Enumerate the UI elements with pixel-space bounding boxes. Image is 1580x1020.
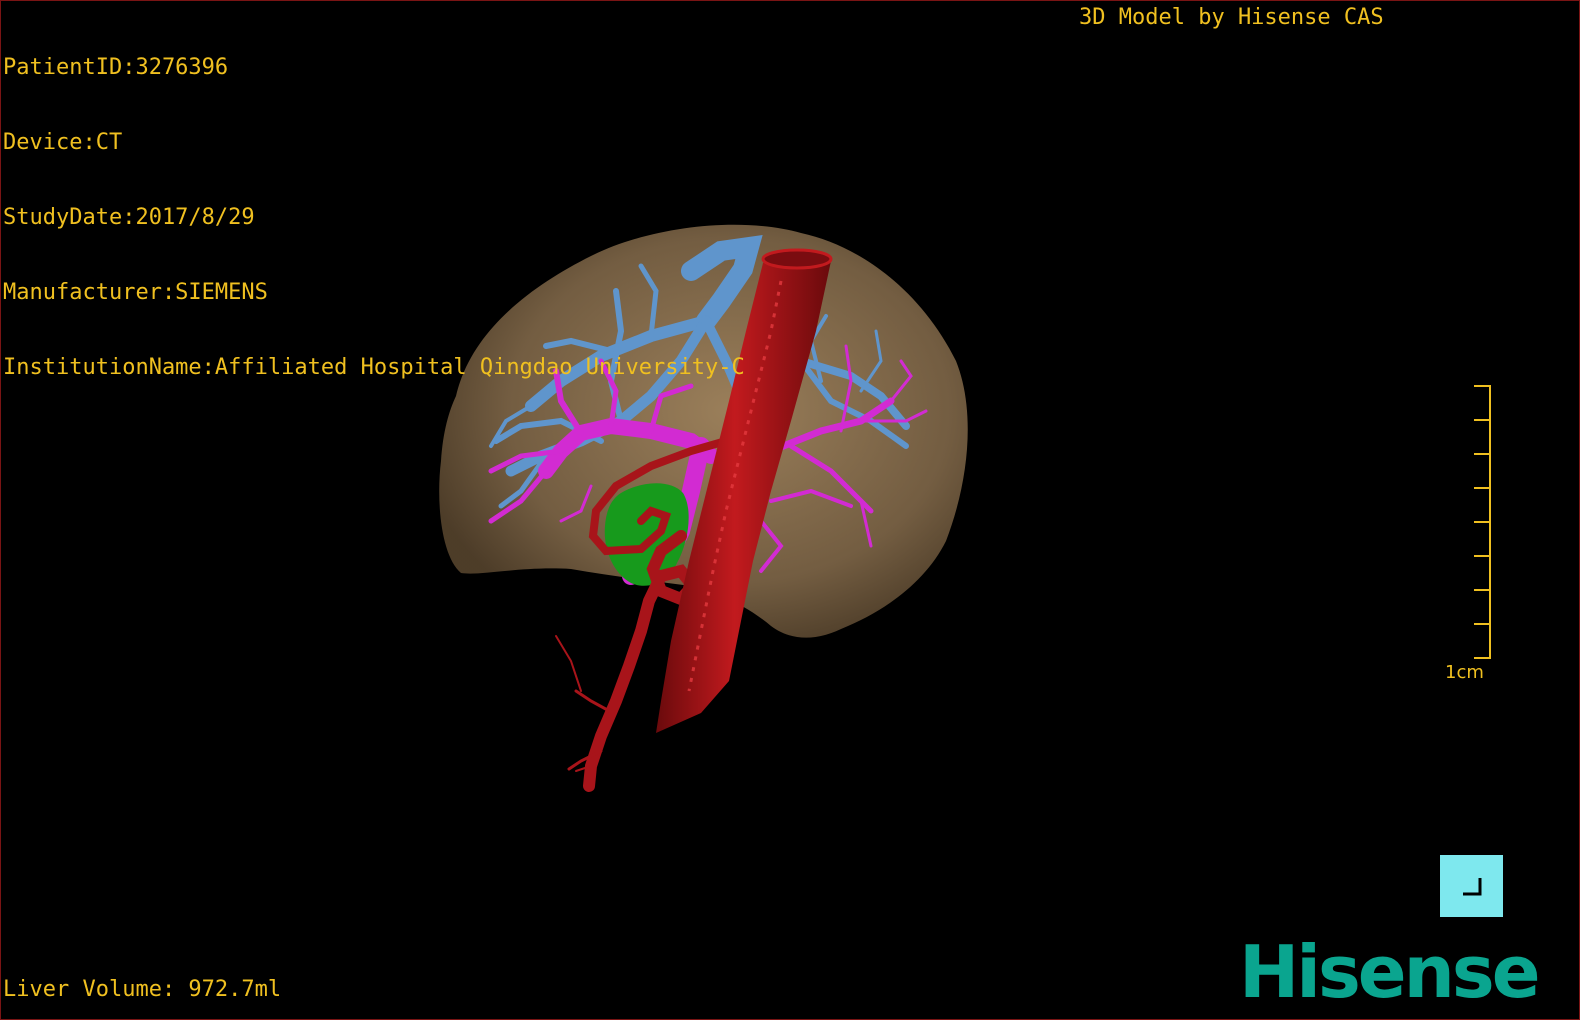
study-date-text: StudyDate:2017/8/29 xyxy=(3,205,255,230)
patient-id-text: PatientID:3276396 xyxy=(3,55,229,80)
3d-viewport[interactable]: PatientID:3276396 Device:CT StudyDate:20… xyxy=(0,0,1580,1020)
manufacturer-text: Manufacturer:SIEMENS xyxy=(3,280,268,305)
patient-info-overlay: PatientID:3276396 Device:CT StudyDate:20… xyxy=(3,5,745,430)
liver-volume-text: Liver Volume: 972.7ml xyxy=(3,977,282,1002)
scale-bar-label: 1cm xyxy=(1445,662,1484,683)
view-orientation-button[interactable] xyxy=(1440,855,1503,917)
device-text: Device:CT xyxy=(3,130,123,155)
hisense-logo: Hisense xyxy=(1239,930,1541,1014)
corner-axes-icon xyxy=(1463,878,1482,896)
scale-bar xyxy=(1474,385,1491,659)
model-credit-text: 3D Model by Hisense CAS xyxy=(1079,5,1384,30)
institution-text: InstitutionName:Affiliated Hospital Qing… xyxy=(3,355,745,380)
